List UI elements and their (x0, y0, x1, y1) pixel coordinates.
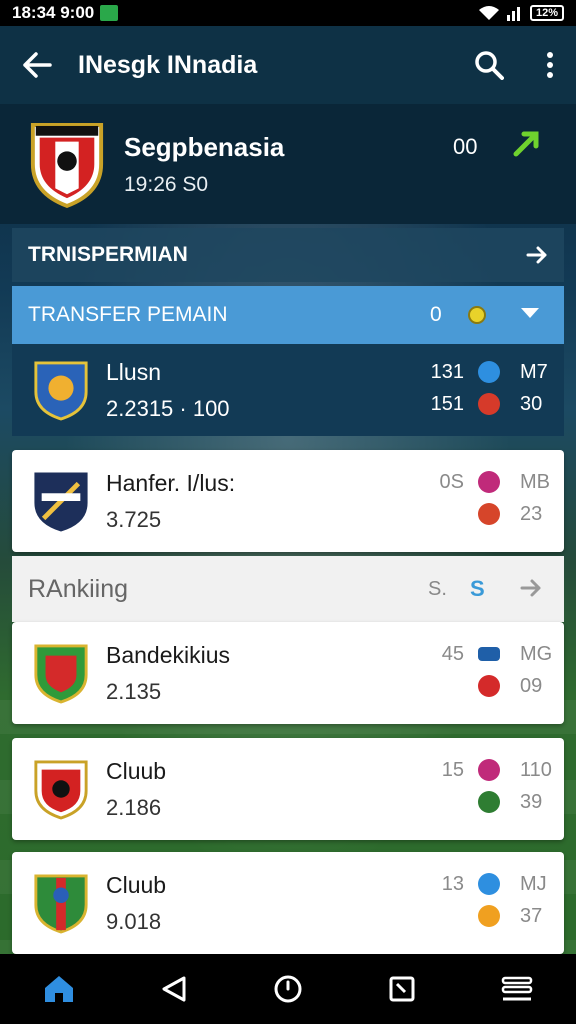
stat-b: 110 (520, 758, 552, 781)
team-name: Segpbenasia (124, 131, 285, 162)
trend-arrow-icon (513, 131, 539, 157)
club-stats: 15 110 39 (416, 754, 556, 818)
stat-b: M7 (520, 360, 548, 383)
club-card[interactable]: Cluub 9.018 13 MJ 37 (12, 852, 564, 954)
stat-icon (478, 471, 500, 493)
section-label: TRNISPERMIAN (28, 243, 188, 266)
club-name: Hanfer. I/lus: (106, 469, 236, 496)
signal-icon (506, 7, 520, 21)
stat-icon (478, 873, 500, 895)
club-name: Bandekikius (106, 641, 231, 668)
menu-icon[interactable] (501, 975, 533, 1003)
recents-icon[interactable] (388, 975, 416, 1003)
team-header: Segpbenasia 19:26 S0 00 (0, 104, 576, 224)
back-arrow-icon[interactable] (22, 52, 52, 78)
stat-a: 45 (441, 642, 464, 665)
home-icon[interactable] (43, 974, 75, 1004)
battery-icon: 12% (529, 5, 564, 21)
stat-b: 23 (520, 502, 543, 525)
club-stats: 13 MJ 37 (416, 868, 556, 932)
club-name: Cluub (106, 871, 167, 898)
club-value: 2.186 (106, 794, 162, 820)
stat-b: MJ (520, 872, 547, 895)
status-time: 18:34 9:00 (12, 3, 95, 22)
coin-icon (468, 306, 486, 324)
club-stats: 0S MB 23 (416, 466, 556, 530)
back-icon[interactable] (160, 975, 188, 1003)
stat-icon (478, 905, 500, 927)
wifi-icon (478, 6, 499, 20)
club-stats: 131 M7 151 30 (416, 356, 556, 420)
club-crest-icon (34, 874, 88, 934)
stat-icon (478, 393, 500, 415)
arrow-right-icon[interactable] (526, 245, 548, 265)
club-card[interactable]: Hanfer. I/lus: 3.725 0S MB 23 (12, 450, 564, 552)
ranking-label: RAnkiing (28, 574, 129, 603)
transfer-label: TRANSFER PEMAIN (28, 303, 228, 326)
page-title: INesgk INnadia (78, 50, 258, 79)
more-vert-icon[interactable] (546, 51, 554, 79)
stat-icon (478, 647, 500, 661)
stat-a: 13 (441, 872, 464, 895)
club-value: 2.2315 · 100 (106, 395, 230, 421)
stat-a: 151 (430, 392, 464, 415)
club-crest-icon (34, 644, 88, 704)
ranking-sort-b[interactable]: S (470, 576, 485, 602)
club-value: 2.135 (106, 678, 162, 704)
team-crest-icon (30, 123, 104, 208)
stat-b: 39 (520, 790, 543, 813)
club-card[interactable]: Cluub 2.186 15 110 39 (12, 738, 564, 840)
club-stats: 45 MG 09 (416, 638, 556, 702)
app-bar: INesgk INnadia (0, 26, 576, 104)
team-date: 19:26 S0 (124, 172, 209, 196)
club-value: 9.018 (106, 908, 162, 934)
team-score: 00 (453, 134, 478, 159)
chevron-down-icon[interactable] (520, 306, 540, 320)
stat-b: 30 (520, 392, 543, 415)
club-crest-icon (34, 760, 88, 820)
stat-icon (478, 675, 500, 697)
section-bar[interactable]: TRNISPERMIAN (12, 228, 564, 282)
club-value: 3.725 (106, 506, 162, 532)
transfer-header[interactable]: TRANSFER PEMAIN 0 (12, 286, 564, 344)
club-crest-icon (34, 472, 88, 532)
search-icon[interactable] (474, 50, 504, 80)
ranking-sort-a[interactable]: S. (428, 578, 447, 601)
club-name: Llusn (106, 358, 161, 385)
stat-icon (478, 759, 500, 781)
stat-b: MG (520, 642, 553, 665)
stat-b: 09 (520, 674, 543, 697)
stat-icon (478, 503, 500, 525)
club-card[interactable]: Bandekikius 2.135 45 MG 09 (12, 622, 564, 724)
stat-b: 37 (520, 904, 543, 927)
club-name: Cluub (106, 757, 167, 784)
home-circle-icon[interactable] (273, 974, 303, 1004)
transfer-row[interactable]: Llusn 2.2315 · 100 131 M7 151 30 (12, 344, 564, 436)
stat-icon (478, 791, 500, 813)
bottom-nav (0, 954, 576, 1024)
stat-a: 131 (430, 360, 464, 383)
status-bar: 18:34 9:00 12% (0, 0, 576, 26)
club-crest-icon (34, 361, 88, 421)
stat-a: 0S (439, 470, 464, 493)
sim-icon (100, 5, 119, 21)
arrow-right-icon[interactable] (520, 578, 542, 598)
stat-icon (478, 361, 500, 383)
stat-b: MB (520, 470, 550, 493)
ranking-header[interactable]: RAnkiing S. S (12, 556, 564, 622)
stat-a: 15 (441, 758, 464, 781)
transfer-count: 0 (430, 303, 442, 326)
